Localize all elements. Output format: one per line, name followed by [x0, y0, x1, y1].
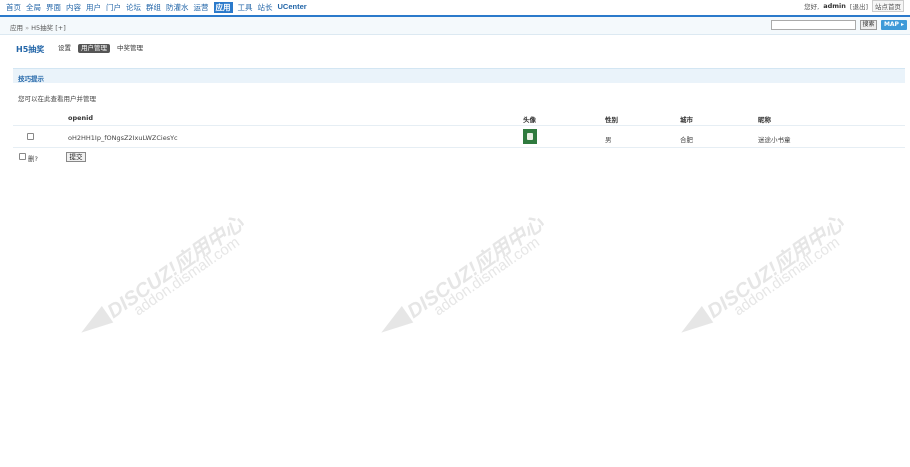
greeting: 您好, [804, 3, 820, 11]
nav-portal[interactable]: 门户 [106, 2, 121, 13]
page-title: H5抽奖 [16, 45, 45, 54]
cell-nickname: 迷途小书童 [758, 136, 791, 144]
nav-forum[interactable]: 论坛 [126, 2, 141, 13]
tip-title: 技巧提示 [18, 75, 44, 83]
logout-link[interactable]: [退出] [850, 1, 868, 11]
breadcrumb-separator: » [25, 24, 30, 32]
nav-home[interactable]: 首页 [6, 2, 21, 13]
cell-gender: 男 [605, 136, 612, 144]
watermark: DISCUZ!应用中心 addon.dismall.com [375, 168, 674, 423]
table-row: oH2HH1Ip_fONgsZ2IxuLWZCiesYc 男 合肥 迷途小书童 [13, 127, 905, 148]
tab-prize-management[interactable]: 中奖管理 [114, 44, 146, 53]
avatar [523, 129, 537, 144]
user-area: 您好, admin [退出] 站点首页 [804, 0, 904, 12]
watermark-line1: DISCUZ!应用中心 [103, 212, 249, 323]
nav-users[interactable]: 用户 [86, 2, 101, 13]
row-checkbox[interactable] [27, 133, 34, 140]
map-label: MAP [883, 21, 899, 28]
watermark: DISCUZ!应用中心 addon.dismall.com [675, 168, 910, 423]
watermark-line2: addon.dismall.com [430, 233, 543, 320]
tip-text: 您可以在此查看用户并管理 [18, 95, 96, 103]
watermark-arrow-icon [375, 306, 414, 341]
nav-apps[interactable]: 应用 [213, 2, 233, 13]
nav-content[interactable]: 内容 [66, 2, 81, 13]
breadcrumb: 应用 » H5抽奖 [+] [10, 22, 66, 32]
map-button[interactable]: MAP ▸ [881, 20, 907, 30]
delete-checkbox[interactable] [19, 153, 26, 160]
watermark-arrow-icon [75, 306, 114, 341]
nav-antispam[interactable]: 防灌水 [166, 2, 189, 13]
form-footer: 删? 提交 [13, 150, 905, 164]
site-home-link[interactable]: 站点首页 [872, 0, 904, 12]
breadcrumb-add[interactable]: [+] [55, 24, 66, 32]
nav-ucenter[interactable]: UCenter [278, 2, 307, 13]
search-button[interactable]: 搜索 [860, 20, 877, 30]
col-gender: 性别 [605, 116, 618, 124]
tip-bar: 技巧提示 [13, 68, 905, 83]
cell-openid: oH2HH1Ip_fONgsZ2IxuLWZCiesYc [68, 134, 178, 142]
nav-interface[interactable]: 界面 [46, 2, 61, 13]
tab-bar: 设置 用户管理 中奖管理 [55, 44, 146, 53]
submit-button[interactable]: 提交 [66, 152, 86, 162]
delete-label: 删? [28, 155, 38, 163]
top-bar: 首页 全局 界面 内容 用户 门户 论坛 群组 防灌水 运营 应用 工具 站长 … [0, 0, 910, 15]
watermark-line2: addon.dismall.com [730, 233, 843, 320]
tab-user-management[interactable]: 用户管理 [78, 44, 110, 53]
watermark: DISCUZ!应用中心 addon.dismall.com [75, 168, 374, 423]
nav-global[interactable]: 全局 [26, 2, 41, 13]
table-header: openid 头像 性别 城市 昵称 [13, 110, 905, 126]
watermark-line1: DISCUZ!应用中心 [703, 212, 849, 323]
col-avatar: 头像 [523, 116, 536, 124]
nav-webmaster[interactable]: 站长 [258, 2, 273, 13]
col-nickname: 昵称 [758, 116, 771, 124]
watermark-arrow-icon [675, 306, 714, 341]
nav-groups[interactable]: 群组 [146, 2, 161, 13]
breadcrumb-bar: 应用 » H5抽奖 [+] 搜索 MAP ▸ [0, 17, 910, 35]
top-nav: 首页 全局 界面 内容 用户 门户 论坛 群组 防灌水 运营 应用 工具 站长 … [6, 2, 307, 13]
cell-city: 合肥 [680, 136, 693, 144]
nav-tools[interactable]: 工具 [238, 2, 253, 13]
watermark-line1: DISCUZ!应用中心 [403, 212, 549, 323]
breadcrumb-current: H5抽奖 [31, 24, 54, 32]
col-openid: openid [68, 114, 94, 122]
username: admin [823, 2, 846, 10]
breadcrumb-root[interactable]: 应用 [10, 24, 23, 32]
col-city: 城市 [680, 116, 693, 124]
search-input[interactable] [771, 20, 856, 30]
tab-settings[interactable]: 设置 [55, 44, 74, 53]
nav-operations[interactable]: 运营 [194, 2, 209, 13]
watermark-line2: addon.dismall.com [130, 233, 243, 320]
